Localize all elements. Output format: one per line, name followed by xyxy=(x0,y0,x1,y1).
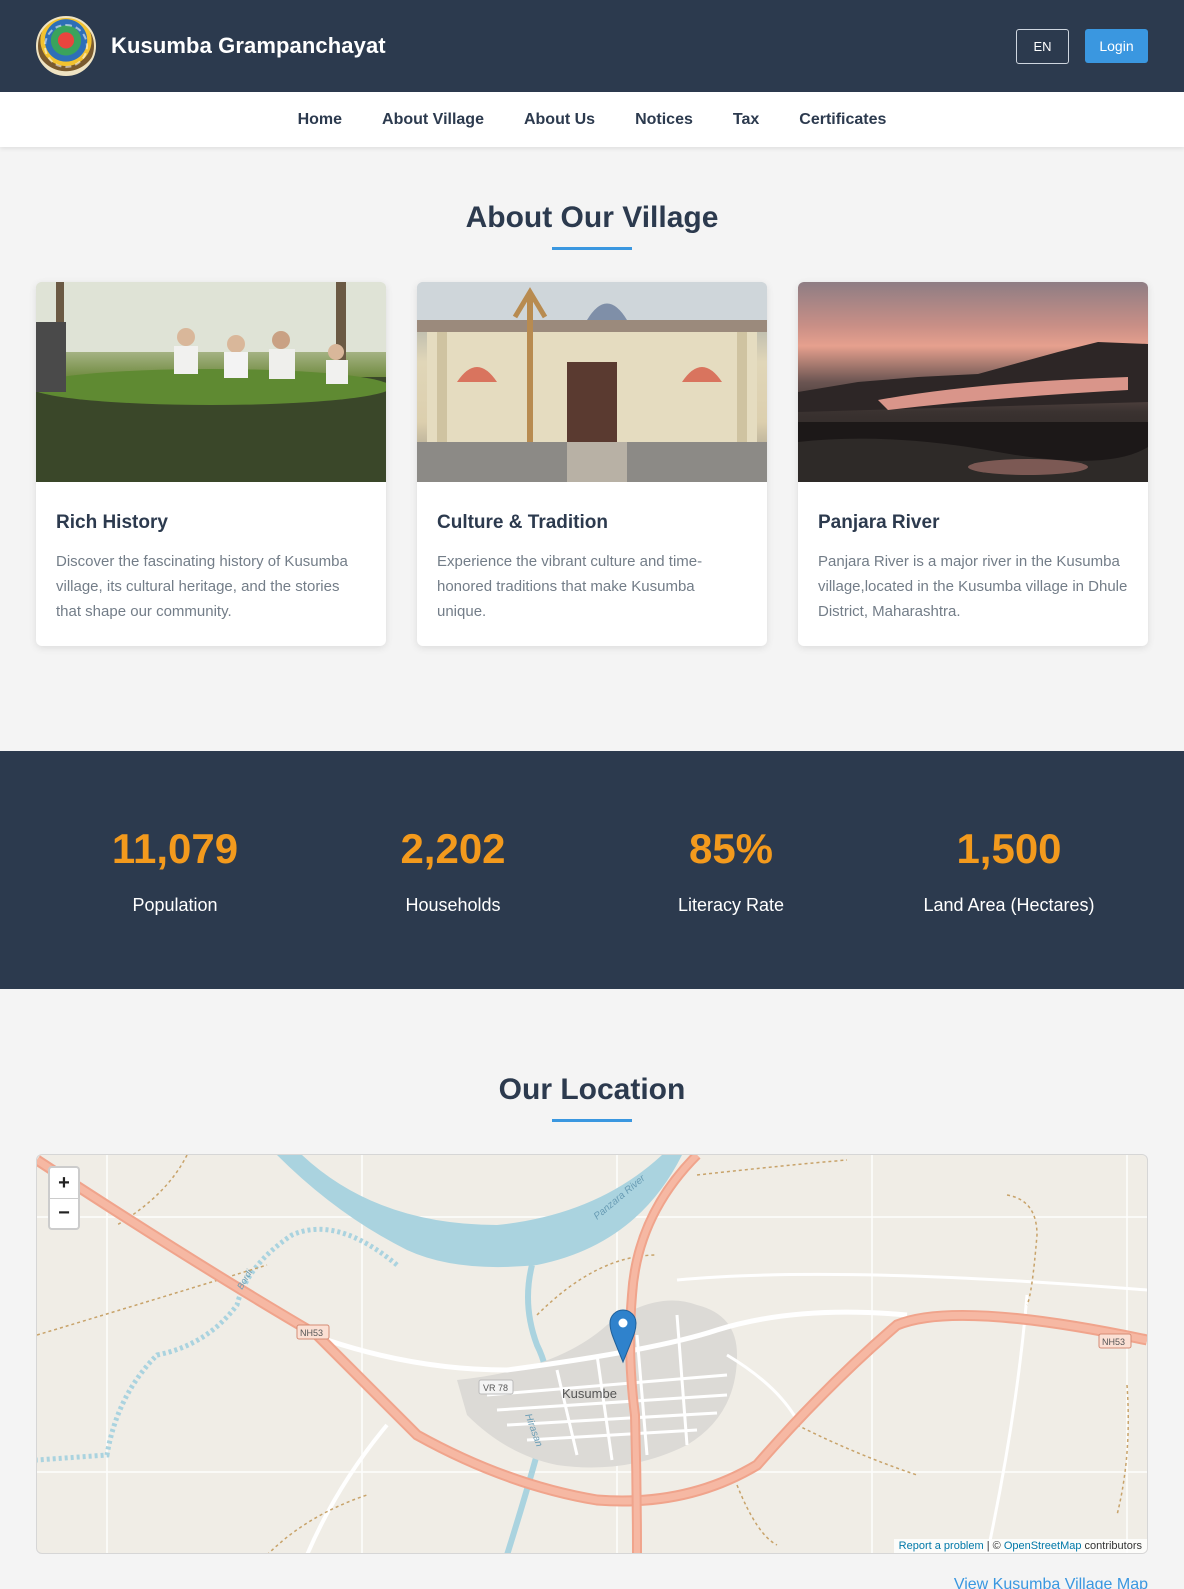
report-problem-link[interactable]: Report a problem xyxy=(899,1540,984,1552)
svg-text:NH53: NH53 xyxy=(300,1328,323,1338)
map-tiles[interactable]: Panzara River Hirasan Bordi Kusumbe NH53… xyxy=(37,1155,1147,1554)
stat-literacy-rate: 85% Literacy Rate xyxy=(601,825,861,916)
zoom-in-button[interactable]: + xyxy=(50,1168,78,1198)
nav-item-about-us[interactable]: About Us xyxy=(524,111,595,129)
nav-item-tax[interactable]: Tax xyxy=(733,111,759,129)
stat-population: 11,079 Population xyxy=(45,825,305,916)
river-photo xyxy=(798,282,1148,482)
stat-label: Households xyxy=(405,894,501,915)
card-text: Experience the vibrant culture and time-… xyxy=(437,553,703,620)
site-title[interactable]: Kusumba Grampanchayat xyxy=(111,33,386,59)
card-panjara-river[interactable]: Panjara River Panjara River is a major r… xyxy=(798,282,1148,646)
village-map[interactable]: + − Panzara River Hirasan Bordi Kusumbe … xyxy=(36,1154,1148,1554)
card-title: Culture & Tradition xyxy=(437,512,608,533)
temple-photo xyxy=(417,282,767,482)
nav-item-notices[interactable]: Notices xyxy=(635,111,693,129)
title-underline xyxy=(552,1119,632,1122)
road-shield-vr78: VR 78 xyxy=(478,1379,514,1395)
history-photo-art xyxy=(36,282,386,482)
attribution-tail: contributors xyxy=(1081,1540,1142,1552)
title-underline xyxy=(552,247,632,250)
svg-text:VR 78: VR 78 xyxy=(483,1383,508,1393)
stat-households: 2,202 Households xyxy=(323,825,583,916)
card-culture-tradition[interactable]: Culture & Tradition Experience the vibra… xyxy=(417,282,767,646)
card-rich-history[interactable]: Rich History Discover the fascinating hi… xyxy=(36,282,386,646)
svg-text:NH53: NH53 xyxy=(1102,1337,1125,1347)
nav-item-about-village[interactable]: About Village xyxy=(382,111,484,129)
login-button[interactable]: Login xyxy=(1085,29,1148,63)
stat-label: Population xyxy=(132,894,218,915)
stat-land-area: 1,500 Land Area (Hectares) xyxy=(879,825,1139,916)
card-text: Panjara River is a major river in the Ku… xyxy=(818,553,1128,620)
stats-section: 11,079 Population 2,202 Households 85% L… xyxy=(0,751,1184,989)
card-text: Discover the fascinating history of Kusu… xyxy=(56,553,348,620)
site-header: Kusumba Grampanchayat EN Login xyxy=(0,0,1184,92)
road-shield-nh53-left: NH53 xyxy=(296,1324,330,1340)
zoom-out-button[interactable]: − xyxy=(50,1198,78,1228)
map-label-town: Kusumbe xyxy=(562,1386,617,1401)
stat-value: 1,500 xyxy=(956,824,1062,872)
nav-item-home[interactable]: Home xyxy=(298,111,342,129)
about-title: About Our Village xyxy=(465,201,719,234)
river-photo-art xyxy=(798,342,1148,482)
stat-value: 2,202 xyxy=(400,824,506,872)
location-section: Our Location + − Panzara River Hirasan B… xyxy=(0,989,1184,1589)
village-logo[interactable] xyxy=(36,16,96,76)
nav-item-certificates[interactable]: Certificates xyxy=(799,111,886,129)
stat-value: 85% xyxy=(688,824,774,872)
stat-label: Literacy Rate xyxy=(677,894,785,915)
card-title: Rich History xyxy=(56,512,168,533)
temple-photo-art xyxy=(417,282,767,482)
attribution-separator: | © xyxy=(983,1540,1004,1552)
about-section: About Our Village Rich History Discover … xyxy=(0,147,1184,751)
history-photo xyxy=(36,282,386,482)
road-shield-nh53-right: NH53 xyxy=(1098,1333,1132,1349)
view-map-link[interactable]: View Kusumba Village Map xyxy=(36,1576,1148,1589)
feature-cards: Rich History Discover the fascinating hi… xyxy=(0,282,1184,646)
card-title: Panjara River xyxy=(818,512,940,533)
main-nav: Home About Village About Us Notices Tax … xyxy=(0,92,1184,147)
osm-link[interactable]: OpenStreetMap xyxy=(1004,1540,1082,1552)
stat-value: 11,079 xyxy=(111,824,239,872)
language-button[interactable]: EN xyxy=(1016,28,1069,64)
map-attribution: Report a problem | © OpenStreetMap contr… xyxy=(893,1539,1147,1553)
zoom-control: + − xyxy=(48,1166,80,1230)
location-title: Our Location xyxy=(498,1073,686,1106)
stat-label: Land Area (Hectares) xyxy=(923,894,1095,915)
